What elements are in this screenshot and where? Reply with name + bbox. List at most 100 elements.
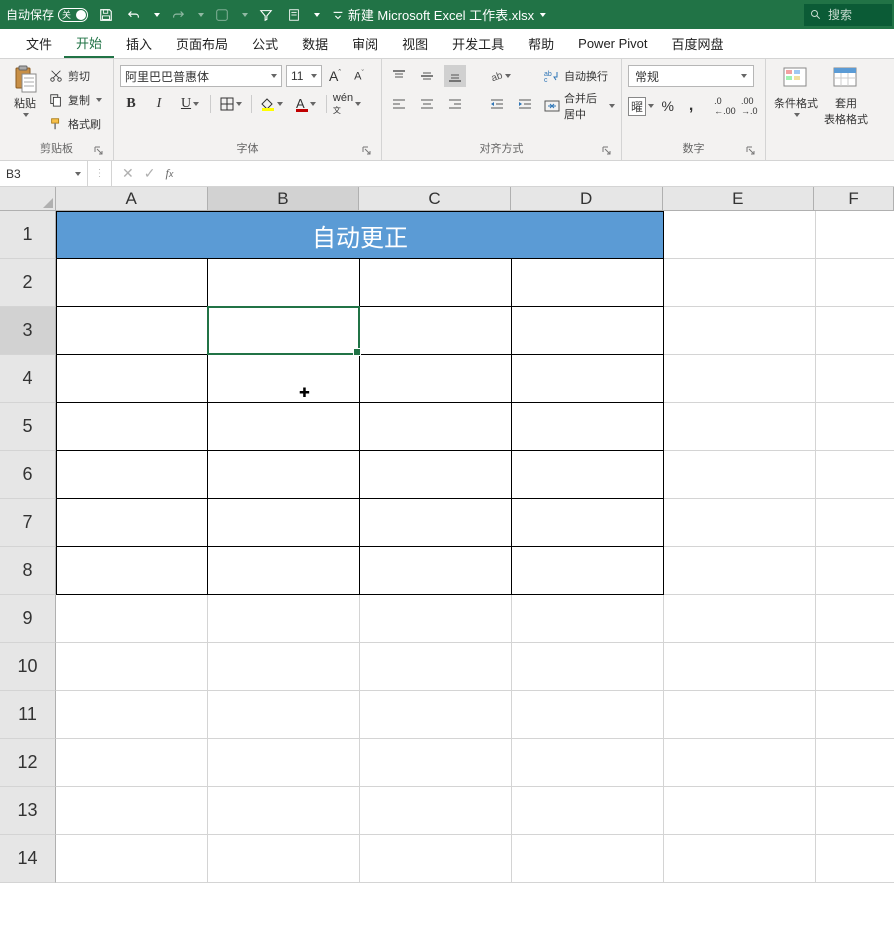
dialog-launcher-icon[interactable]: [361, 145, 373, 157]
cell[interactable]: [512, 739, 664, 787]
row-header[interactable]: 8: [0, 547, 56, 595]
cell[interactable]: [816, 787, 894, 835]
borders-button[interactable]: [217, 93, 245, 115]
save-button[interactable]: [96, 5, 116, 25]
italic-button[interactable]: I: [148, 93, 170, 115]
cell[interactable]: [208, 307, 360, 355]
cell[interactable]: [360, 595, 512, 643]
align-middle-button[interactable]: [416, 65, 438, 87]
cell[interactable]: [512, 787, 664, 835]
column-header[interactable]: B: [208, 187, 360, 210]
cell[interactable]: [816, 547, 894, 595]
formula-input[interactable]: [183, 161, 894, 186]
cell[interactable]: [664, 739, 816, 787]
tab-page-layout[interactable]: 页面布局: [164, 29, 240, 58]
merged-title-cell[interactable]: 自动更正: [56, 211, 664, 259]
undo-button[interactable]: [124, 5, 144, 25]
title-dropdown-icon[interactable]: [540, 13, 546, 17]
column-header[interactable]: C: [359, 187, 511, 210]
cell[interactable]: [208, 355, 360, 403]
format-painter-button[interactable]: 格式刷: [48, 113, 102, 135]
column-header[interactable]: A: [56, 187, 208, 210]
phonetic-guide-button[interactable]: wén文: [333, 93, 361, 115]
row-header[interactable]: 7: [0, 499, 56, 547]
align-center-button[interactable]: [416, 93, 438, 115]
cell[interactable]: [360, 355, 512, 403]
cell[interactable]: [664, 211, 816, 259]
chevron-down-icon[interactable]: [75, 172, 81, 176]
merge-center-button[interactable]: 合并后居中: [544, 95, 615, 117]
row-header[interactable]: 9: [0, 595, 56, 643]
decrease-font-button[interactable]: Aˇ: [348, 65, 370, 87]
cut-button[interactable]: 剪切: [48, 65, 102, 87]
cell[interactable]: [360, 403, 512, 451]
cell[interactable]: [512, 403, 664, 451]
print-preview-button[interactable]: [284, 5, 304, 25]
filter-button[interactable]: [256, 5, 276, 25]
underline-button[interactable]: U: [176, 93, 204, 115]
cell[interactable]: [208, 403, 360, 451]
row-header[interactable]: 10: [0, 643, 56, 691]
cell[interactable]: [816, 643, 894, 691]
cell[interactable]: [664, 307, 816, 355]
cell[interactable]: [664, 547, 816, 595]
accounting-format-button[interactable]: 曜: [628, 95, 654, 117]
cell[interactable]: [56, 691, 208, 739]
tab-formulas[interactable]: 公式: [240, 29, 290, 58]
search-input[interactable]: 搜索: [804, 4, 892, 26]
cell[interactable]: [360, 691, 512, 739]
increase-indent-button[interactable]: [514, 93, 536, 115]
number-format-select[interactable]: 常规: [628, 65, 754, 87]
cell[interactable]: [56, 259, 208, 307]
customize-qat-button[interactable]: [328, 5, 348, 25]
tab-help[interactable]: 帮助: [516, 29, 566, 58]
align-bottom-button[interactable]: [444, 65, 466, 87]
cell[interactable]: [816, 211, 894, 259]
font-size-select[interactable]: 11: [286, 65, 322, 87]
cell[interactable]: [360, 787, 512, 835]
cell[interactable]: [816, 595, 894, 643]
cell[interactable]: [56, 643, 208, 691]
fill-color-button[interactable]: [258, 93, 286, 115]
paste-button[interactable]: 粘贴: [6, 63, 44, 117]
cell[interactable]: [208, 595, 360, 643]
cell[interactable]: [56, 403, 208, 451]
cell[interactable]: [360, 643, 512, 691]
cell[interactable]: [360, 307, 512, 355]
increase-font-button[interactable]: Aˆ: [324, 65, 346, 87]
tab-file[interactable]: 文件: [14, 29, 64, 58]
touch-mode-button[interactable]: [212, 5, 232, 25]
dialog-launcher-icon[interactable]: [745, 145, 757, 157]
tab-baidu-netdisk[interactable]: 百度网盘: [660, 29, 736, 58]
font-color-button[interactable]: A: [292, 93, 320, 115]
cell[interactable]: [208, 547, 360, 595]
column-header[interactable]: F: [814, 187, 894, 210]
cell[interactable]: [208, 451, 360, 499]
cell[interactable]: [512, 259, 664, 307]
tab-developer[interactable]: 开发工具: [440, 29, 516, 58]
copy-button[interactable]: 复制: [48, 89, 102, 111]
cell[interactable]: [208, 787, 360, 835]
cell[interactable]: [816, 307, 894, 355]
cell[interactable]: [664, 595, 816, 643]
cell[interactable]: [360, 547, 512, 595]
cell[interactable]: [816, 355, 894, 403]
cell[interactable]: [664, 451, 816, 499]
cell[interactable]: [360, 259, 512, 307]
row-header[interactable]: 12: [0, 739, 56, 787]
cell[interactable]: [56, 835, 208, 883]
cell[interactable]: [360, 499, 512, 547]
cell[interactable]: [512, 691, 664, 739]
cell[interactable]: [816, 739, 894, 787]
format-as-table-button[interactable]: 套用 表格格式: [826, 63, 866, 127]
row-header[interactable]: 13: [0, 787, 56, 835]
conditional-formatting-button[interactable]: 条件格式: [772, 63, 820, 117]
cell[interactable]: [664, 643, 816, 691]
cell[interactable]: [512, 595, 664, 643]
cell[interactable]: [816, 403, 894, 451]
increase-decimal-button[interactable]: .0←.00: [714, 95, 736, 117]
cell[interactable]: [208, 691, 360, 739]
tab-review[interactable]: 审阅: [340, 29, 390, 58]
cell[interactable]: [664, 355, 816, 403]
tab-insert[interactable]: 插入: [114, 29, 164, 58]
